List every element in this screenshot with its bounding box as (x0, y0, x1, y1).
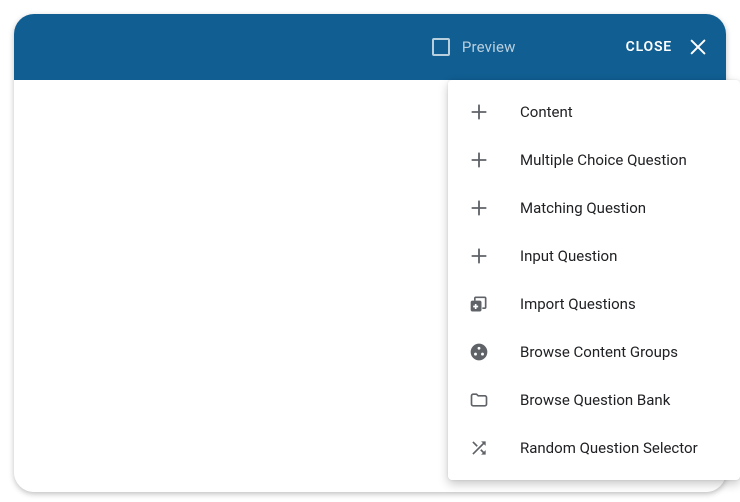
add-menu: Content Multiple Choice Question Matchin… (448, 80, 740, 480)
import-icon (468, 293, 490, 315)
menu-item-multiple-choice[interactable]: Multiple Choice Question (448, 136, 740, 184)
dialog: Preview CLOSE Content Mult (14, 14, 726, 492)
plus-icon (468, 197, 490, 219)
close-icon (688, 37, 708, 57)
plus-icon (468, 149, 490, 171)
menu-item-random-question-selector[interactable]: Random Question Selector (448, 424, 740, 472)
menu-item-label: Browse Question Bank (520, 391, 720, 409)
menu-item-browse-question-bank[interactable]: Browse Question Bank (448, 376, 740, 424)
checkbox-outline-icon (432, 38, 450, 56)
menu-item-matching[interactable]: Matching Question (448, 184, 740, 232)
menu-item-input-question[interactable]: Input Question (448, 232, 740, 280)
menu-item-label: Matching Question (520, 199, 720, 217)
plus-icon (468, 101, 490, 123)
shuffle-icon (468, 437, 490, 459)
menu-item-label: Multiple Choice Question (520, 151, 720, 169)
menu-item-label: Input Question (520, 247, 720, 265)
plus-icon (468, 245, 490, 267)
dialog-header: Preview CLOSE (14, 14, 726, 80)
menu-item-browse-content-groups[interactable]: Browse Content Groups (448, 328, 740, 376)
menu-item-import-questions[interactable]: Import Questions (448, 280, 740, 328)
menu-item-label: Import Questions (520, 295, 720, 313)
menu-item-label: Random Question Selector (520, 439, 720, 457)
menu-item-content[interactable]: Content (448, 88, 740, 136)
close-button[interactable]: CLOSE (626, 37, 708, 57)
folder-icon (468, 389, 490, 411)
groups-icon (468, 341, 490, 363)
menu-item-label: Browse Content Groups (520, 343, 720, 361)
dialog-body: Content Multiple Choice Question Matchin… (14, 80, 726, 492)
preview-toggle[interactable]: Preview (432, 38, 516, 56)
preview-label: Preview (462, 38, 516, 56)
close-label: CLOSE (626, 39, 672, 55)
menu-item-label: Content (520, 103, 720, 121)
